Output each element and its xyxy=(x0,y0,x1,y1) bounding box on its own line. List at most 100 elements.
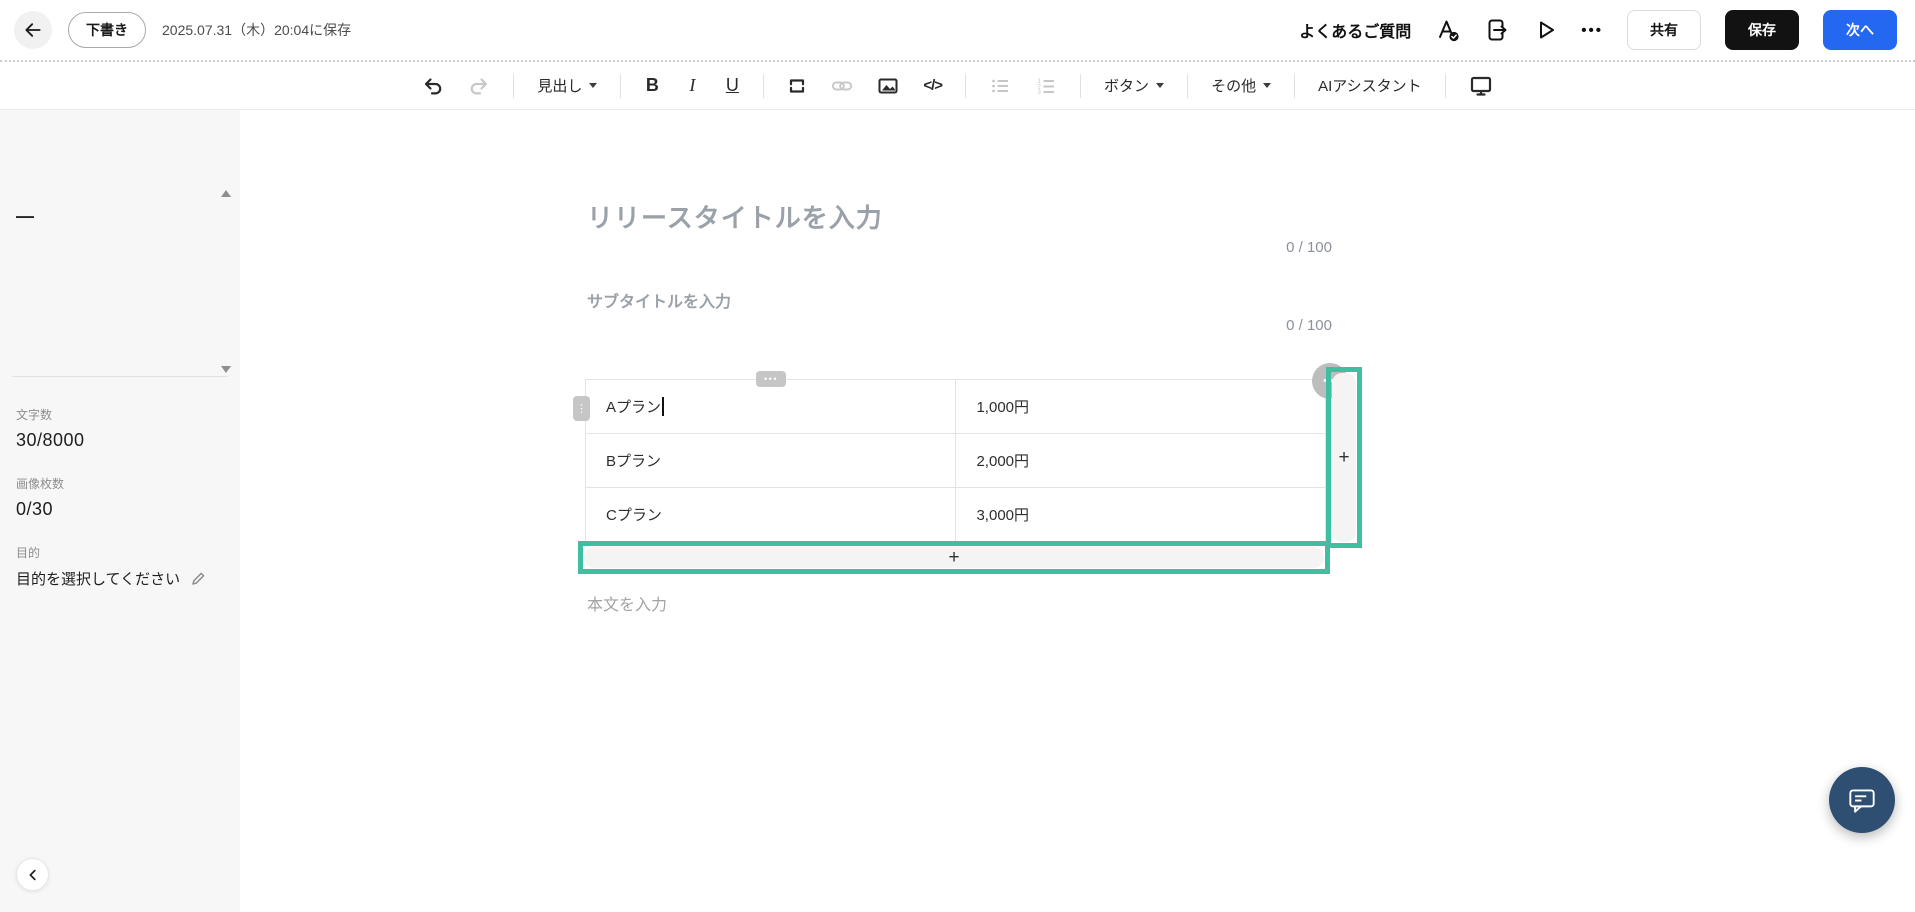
sidebar-collapse-button[interactable] xyxy=(16,858,49,891)
table-cell-price[interactable]: 1,000円 xyxy=(955,379,1326,434)
preview-play-button[interactable] xyxy=(1533,18,1557,42)
toolbar-separator xyxy=(620,73,622,98)
cell-text: Aプラン xyxy=(606,399,662,416)
toolbar-separator xyxy=(763,73,765,98)
ai-assistant-button[interactable]: AIアシスタント xyxy=(1310,69,1430,103)
main-area: — 文字数 30/8000 画像枚数 0/30 目的 目的を選択してください リ… xyxy=(0,110,1915,912)
document-export-icon xyxy=(1488,19,1507,41)
release-title-input[interactable]: リリースタイトルを入力 xyxy=(587,198,883,235)
top-bar: 下書き 2025.07.31（木）20:04に保存 よくあるご質問 ••• 共有… xyxy=(0,0,1915,62)
top-bar-right: よくあるご質問 ••• 共有 保存 次へ xyxy=(1299,10,1897,50)
italic-button[interactable]: I xyxy=(676,69,708,103)
purpose-value: 目的を選択してください xyxy=(16,571,181,588)
image-icon xyxy=(878,78,898,93)
table: Aプラン 1,000円 Bプラン 2,000円 Cプラン 3,000円 xyxy=(584,379,1326,542)
plus-icon: + xyxy=(1332,373,1356,542)
body-text-input[interactable]: 本文を入力 xyxy=(587,591,667,615)
other-dropdown-label: その他 xyxy=(1211,78,1257,95)
column-options-button[interactable]: ••• xyxy=(756,371,786,387)
ellipsis-icon: ••• xyxy=(1581,21,1603,39)
ellipsis-icon: ••• xyxy=(764,373,778,384)
redo-icon xyxy=(471,77,488,94)
numbered-list-button[interactable]: 1 2 3 xyxy=(1027,69,1065,103)
button-insert-label: ボタン xyxy=(1104,78,1150,95)
pencil-icon xyxy=(192,572,205,585)
proofread-button[interactable] xyxy=(1435,17,1461,43)
play-icon xyxy=(1540,21,1555,39)
drag-dots-icon: ⋮ xyxy=(576,403,587,415)
app-window: 下書き 2025.07.31（木）20:04に保存 よくあるご質問 ••• 共有… xyxy=(0,0,1915,912)
monitor-icon xyxy=(1470,76,1491,96)
share-button[interactable]: 共有 xyxy=(1627,10,1701,50)
svg-text:3: 3 xyxy=(1038,90,1042,96)
pricing-table: Aプラン 1,000円 Bプラン 2,000円 Cプラン 3,000円 ••• … xyxy=(573,363,1362,574)
table-cell-plan[interactable]: Aプラン xyxy=(584,379,957,434)
table-cell-plan[interactable]: Cプラン xyxy=(584,487,957,542)
char-count-value: 30/8000 xyxy=(16,430,85,450)
image-button[interactable] xyxy=(869,69,907,103)
other-dropdown[interactable]: その他 xyxy=(1203,69,1279,103)
numbered-list-icon: 1 2 3 xyxy=(1038,79,1055,96)
image-count-label: 画像枚数 xyxy=(16,477,65,491)
add-row-button[interactable]: + xyxy=(578,541,1330,574)
next-button[interactable]: 次へ xyxy=(1823,10,1897,50)
chat-support-button[interactable] xyxy=(1829,767,1895,833)
bold-button[interactable]: B xyxy=(636,69,668,103)
toolbar-separator xyxy=(1444,73,1446,98)
more-menu-button[interactable]: ••• xyxy=(1581,22,1603,39)
section-divider-icon xyxy=(790,78,805,93)
outline-title-item[interactable]: — xyxy=(16,206,34,227)
redo-button[interactable] xyxy=(460,69,498,103)
table-cell-plan[interactable]: Bプラン xyxy=(584,433,957,488)
heading-dropdown-label: 見出し xyxy=(537,78,583,95)
sidebar: — 文字数 30/8000 画像枚数 0/30 目的 目的を選択してください xyxy=(0,110,240,912)
chat-bubble-icon xyxy=(1849,789,1875,813)
image-count-value: 0/30 xyxy=(16,499,54,519)
add-column-button[interactable]: + xyxy=(1326,367,1362,548)
back-button[interactable] xyxy=(14,11,52,49)
purpose-select-row[interactable]: 目的を選択してください xyxy=(16,568,230,589)
toolbar-separator xyxy=(1080,73,1082,98)
section-divider-button[interactable] xyxy=(779,69,815,103)
faq-link[interactable]: よくあるご質問 xyxy=(1299,18,1411,42)
row-drag-handle[interactable]: ⋮ xyxy=(573,396,590,421)
title-char-counter: 0 / 100 xyxy=(1286,239,1332,256)
sidebar-stats: 文字数 30/8000 画像枚数 0/30 目的 目的を選択してください xyxy=(16,406,230,589)
editor-content: リリースタイトルを入力 0 / 100 サブタイトルを入力 0 / 100 Aプ… xyxy=(240,110,1915,912)
table-cell-price[interactable]: 3,000円 xyxy=(955,487,1326,542)
table-row: Aプラン 1,000円 xyxy=(584,379,1326,434)
heading-dropdown[interactable]: 見出し xyxy=(529,69,605,103)
undo-icon xyxy=(425,77,442,94)
status-badge: 下書き xyxy=(68,12,146,48)
link-button[interactable] xyxy=(823,69,861,103)
export-button[interactable] xyxy=(1485,18,1509,42)
subtitle-char-counter: 0 / 100 xyxy=(1286,317,1332,334)
button-insert-dropdown[interactable]: ボタン xyxy=(1096,69,1172,103)
link-icon xyxy=(832,81,853,90)
preview-display-button[interactable] xyxy=(1461,69,1501,103)
top-bar-left: 下書き 2025.07.31（木）20:04に保存 xyxy=(14,11,351,49)
table-row: Bプラン 2,000円 xyxy=(584,433,1326,488)
code-embed-button[interactable]: </> xyxy=(915,69,950,103)
bullet-list-button[interactable] xyxy=(981,69,1019,103)
undo-button[interactable] xyxy=(414,69,452,103)
outline-scroll-down-icon[interactable] xyxy=(221,366,231,373)
chevron-down-icon xyxy=(1263,83,1272,88)
sidebar-divider xyxy=(12,376,228,377)
underline-button[interactable]: U xyxy=(716,69,748,103)
spellcheck-icon xyxy=(1439,20,1459,42)
purpose-label: 目的 xyxy=(16,546,41,560)
outline-scroll-up-icon[interactable] xyxy=(221,190,231,197)
subtitle-input[interactable]: サブタイトルを入力 xyxy=(587,288,731,312)
toolbar-separator xyxy=(1187,73,1189,98)
table-cell-price[interactable]: 2,000円 xyxy=(955,433,1326,488)
toolbar-separator xyxy=(965,73,967,98)
toolbar-separator xyxy=(513,73,515,98)
text-cursor xyxy=(662,397,664,416)
editor-toolbar: 見出し B I U </> 1 2 3 ボタン その他 AIアシスタント xyxy=(0,62,1915,110)
chevron-down-icon xyxy=(1156,83,1165,88)
saved-timestamp: 2025.07.31（木）20:04に保存 xyxy=(162,22,352,38)
chevron-left-icon xyxy=(29,869,36,880)
save-button[interactable]: 保存 xyxy=(1725,10,1799,50)
toolbar-separator xyxy=(1294,73,1296,98)
